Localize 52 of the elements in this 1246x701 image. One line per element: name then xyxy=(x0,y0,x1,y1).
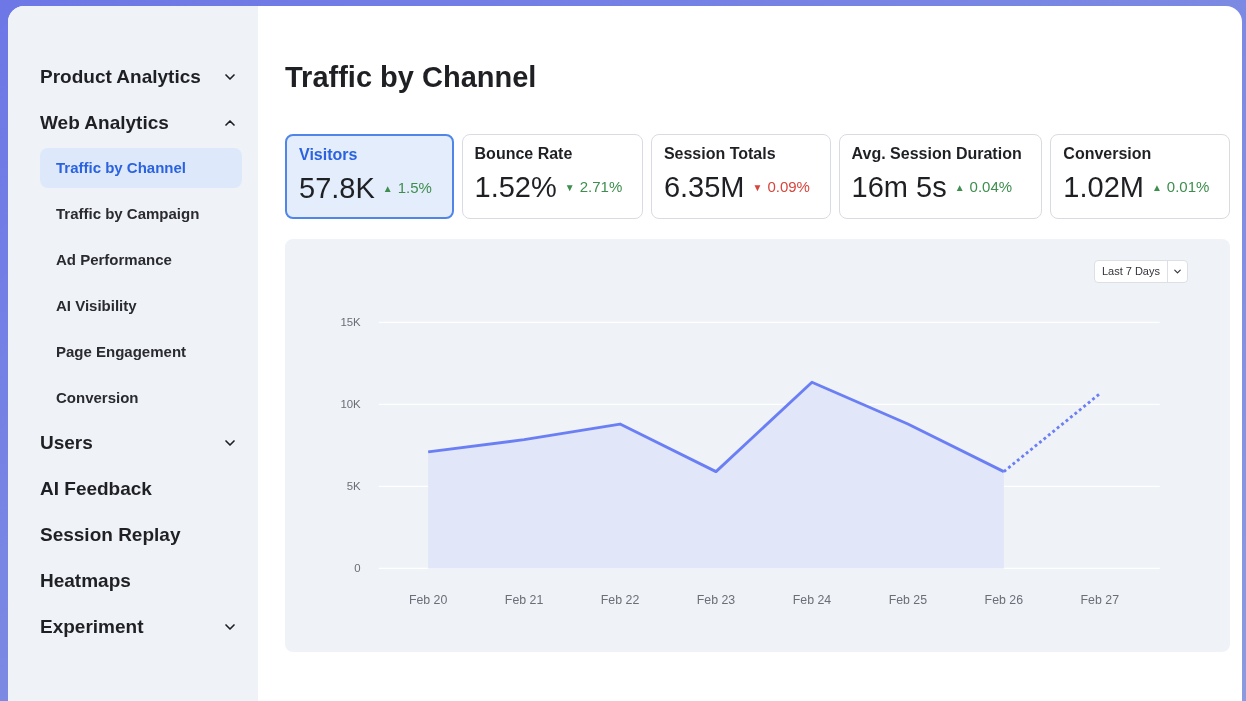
stat-value: 6.35M xyxy=(663,172,745,202)
x-axis-label: Feb 24 xyxy=(792,592,832,607)
stat-value: 57.8K xyxy=(299,173,375,203)
trend-arrow: ▲ xyxy=(382,181,393,196)
sidebar-subitem[interactable]: Ad Performance xyxy=(40,240,242,280)
stat-card[interactable]: Conversion 1.02M ▲ 0.01% xyxy=(1050,133,1231,219)
sidebar-item[interactable]: Heatmaps xyxy=(40,558,242,604)
sidebar-subitem[interactable]: Traffic by Campaign xyxy=(40,194,242,234)
date-range-dropdown[interactable]: Last 7 Days xyxy=(1093,259,1188,283)
stat-change: 0.04% xyxy=(969,176,1013,197)
stat-value: 1.02M xyxy=(1063,172,1144,202)
y-axis-label: 0 xyxy=(354,561,361,574)
sidebar-item[interactable]: Experiment xyxy=(40,604,242,650)
x-axis-label: Feb 22 xyxy=(600,592,640,607)
sidebar-subitem[interactable]: AI Visibility xyxy=(40,286,242,326)
stat-change: 2.71% xyxy=(579,176,623,197)
sidebar-subitem[interactable]: Traffic by Channel xyxy=(40,148,242,188)
trend-arrow: ▲ xyxy=(954,180,965,195)
page-title: Traffic by Channel xyxy=(285,60,538,95)
trend-arrow: ▲ xyxy=(1151,180,1162,195)
stat-change: 0.01% xyxy=(1166,176,1210,197)
x-axis-label: Feb 20 xyxy=(408,592,448,607)
sidebar-item[interactable]: Product Analytics xyxy=(40,54,242,100)
stat-card[interactable]: Avg. Session Duration 16m 5s ▲ 0.04% xyxy=(838,133,1043,219)
stat-card[interactable]: Bounce Rate 1.52% ▼ 2.71% xyxy=(461,133,643,219)
stat-change: 1.5% xyxy=(397,177,432,198)
stat-label: Conversion xyxy=(1063,143,1153,164)
stat-label: Bounce Rate xyxy=(474,143,574,164)
stat-value: 16m 5s xyxy=(851,172,947,202)
stat-value: 1.52% xyxy=(474,172,557,202)
y-axis-label: 15K xyxy=(340,315,361,328)
y-axis-label: 10K xyxy=(340,397,361,410)
stat-card[interactable]: Session Totals 6.35M ▼ 0.09% xyxy=(650,133,831,219)
trend-arrow: ▼ xyxy=(752,180,763,195)
stat-label: Session Totals xyxy=(663,143,777,164)
sidebar-item[interactable]: Users xyxy=(40,420,242,466)
x-axis-label: Feb 27 xyxy=(1080,592,1119,607)
trend-arrow: ▼ xyxy=(564,180,575,195)
x-axis-label: Feb 25 xyxy=(888,592,928,607)
sidebar-item[interactable]: Session Replay xyxy=(40,512,242,558)
x-axis-label: Feb 21 xyxy=(504,592,544,607)
stat-change: 0.09% xyxy=(767,176,810,197)
sidebar-subitem[interactable]: Page Engagement xyxy=(40,332,242,372)
x-axis-label: Feb 26 xyxy=(984,592,1024,607)
stat-label: Visitors xyxy=(299,144,359,165)
sidebar-item[interactable]: Web Analytics xyxy=(40,100,242,146)
sidebar-item[interactable]: AI Feedback xyxy=(40,466,242,512)
y-axis-label: 5K xyxy=(346,479,361,492)
stat-card[interactable]: Visitors 57.8K ▲ 1.5% xyxy=(285,133,454,219)
stat-label: Avg. Session Duration xyxy=(851,143,1023,164)
sidebar-subitem[interactable]: Conversion xyxy=(40,378,242,418)
x-axis-label: Feb 23 xyxy=(696,592,736,607)
